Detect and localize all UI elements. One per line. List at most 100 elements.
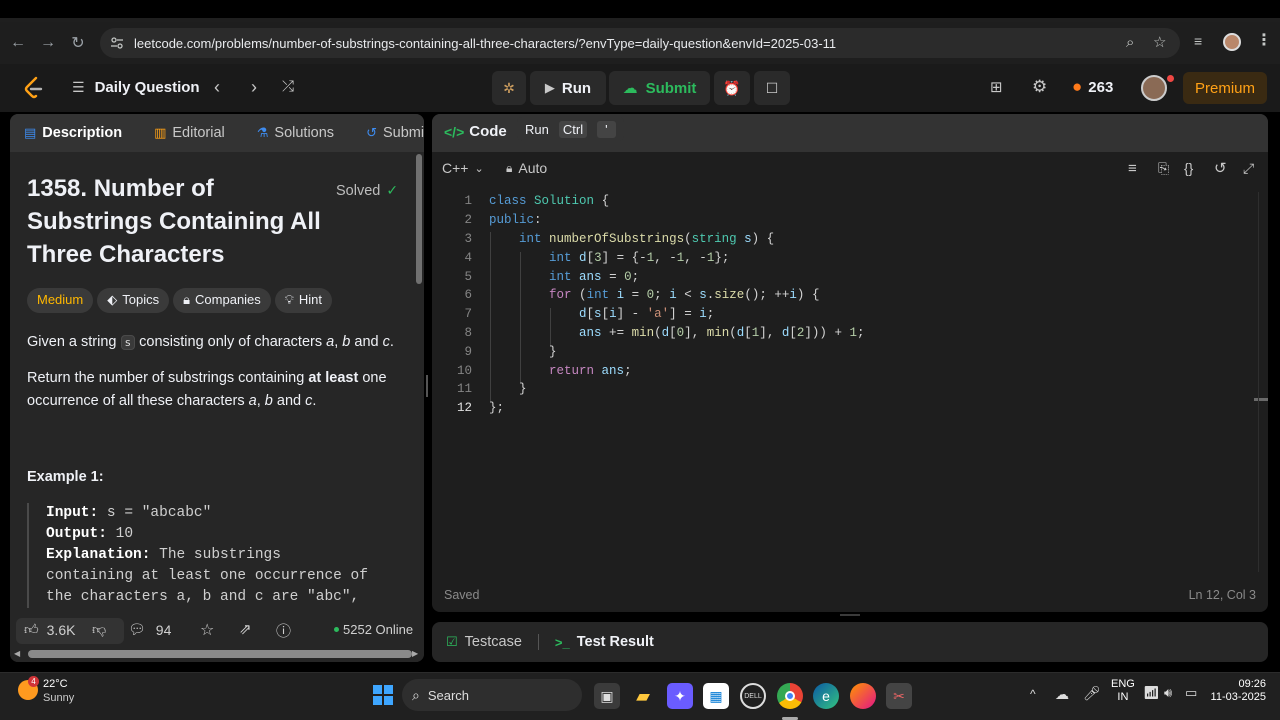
tab-submissions[interactable]: ↺ Submissi <box>366 125 424 141</box>
code-line[interactable]: 8 ans += min(d[0], min(d[1], d[2])) + 1; <box>432 324 864 343</box>
auto-mode-toggle[interactable]: 🔒︎ Auto <box>506 160 547 176</box>
hint-tag[interactable]: 💡︎ Hint <box>274 288 333 313</box>
language-indicator[interactable]: ENG IN <box>1111 678 1135 704</box>
tab-code[interactable]: </> Code <box>444 123 507 140</box>
scroll-right-arrow-icon[interactable]: ▶ <box>412 649 418 658</box>
vertical-scrollbar[interactable] <box>416 154 422 284</box>
star-icon[interactable]: ☆ <box>200 620 214 640</box>
horizontal-scrollbar[interactable]: ◀ ▶ <box>10 646 424 662</box>
edge-icon[interactable]: e <box>813 683 839 709</box>
saved-status: Saved <box>444 588 480 602</box>
code-line[interactable]: 6 for (int i = 0; i < s.size(); ++i) { <box>432 286 819 305</box>
reload-icon[interactable]: ↻ <box>63 28 93 58</box>
task-view-icon[interactable]: ▣ <box>594 683 620 709</box>
user-avatar[interactable] <box>1141 75 1167 101</box>
code-line[interactable]: 7 d[s[i] - 'a'] = i; <box>432 305 714 324</box>
dell-icon[interactable]: DELL <box>740 683 766 709</box>
file-explorer-icon[interactable]: ▰ <box>630 683 656 709</box>
check-circle-icon: ✓ <box>386 182 399 199</box>
horizontal-scroll-thumb[interactable] <box>28 650 412 658</box>
code-text: }; <box>489 401 505 416</box>
clock[interactable]: 09:26 11-03-2025 <box>1210 678 1266 704</box>
forward-arrow-icon[interactable]: → <box>33 28 63 58</box>
chrome-icon[interactable] <box>777 683 803 709</box>
site-info-icon[interactable] <box>110 36 124 50</box>
timer-button[interactable]: ⏰ <box>714 71 750 105</box>
reset-code-icon[interactable]: ↺ <box>1214 159 1227 177</box>
tab-editorial[interactable]: ▥ Editorial <box>154 125 225 141</box>
fullscreen-icon[interactable]: ⤢ <box>1243 160 1254 177</box>
thumbs-down-icon[interactable]: 👎︎ <box>92 621 106 638</box>
back-arrow-icon[interactable]: ← <box>3 28 33 58</box>
panel-resize-handle[interactable] <box>426 375 428 397</box>
tab-code-label: Code <box>469 123 507 140</box>
code-editor[interactable]: 1 class Solution {2 public: 3 int numberOfS… <box>432 192 1268 582</box>
next-problem-chevron-icon[interactable]: › <box>251 77 257 98</box>
run-button[interactable]: ▶ Run <box>530 71 606 105</box>
format-lines-icon[interactable]: ≡ <box>1128 160 1137 177</box>
code-line[interactable]: 2 public: <box>432 211 541 230</box>
code-tab-bar: </> Code Run Ctrl ' <box>432 114 1268 152</box>
onedrive-cloud-icon[interactable]: ☁ <box>1055 686 1069 703</box>
zoom-icon[interactable]: ⌕ <box>1126 34 1134 51</box>
snipping-tool-icon[interactable]: ✂ <box>886 683 912 709</box>
problem-title[interactable]: 1358. Number of Substrings Containing Al… <box>27 172 332 271</box>
taskbar-search[interactable]: ⌕ Search <box>402 679 582 711</box>
volume-icon[interactable]: 🔊︎ <box>1164 685 1172 701</box>
firefox-icon[interactable] <box>850 683 876 709</box>
code-line[interactable]: 1 class Solution { <box>432 192 609 211</box>
notes-button[interactable]: ☐ <box>754 71 790 105</box>
tab-description[interactable]: ▤ Description <box>24 125 122 141</box>
shuffle-icon[interactable]: ⤮ <box>282 78 294 95</box>
share-icon[interactable]: ⇗ <box>239 620 252 638</box>
comments-button[interactable]: 💬︎ 94 <box>128 621 171 638</box>
language-select[interactable]: C++ ⌄ <box>442 160 484 176</box>
like-button[interactable]: 👍︎ 3.6K <box>24 621 75 638</box>
omnibox[interactable]: leetcode.com/problems/number-of-substrin… <box>100 28 1180 58</box>
problem-list-button[interactable]: ☰ Daily Question <box>72 79 200 96</box>
leetcode-logo-icon[interactable] <box>24 76 44 100</box>
editor-scrollbar-track[interactable] <box>1258 192 1259 572</box>
copilot-icon[interactable]: ✦ <box>667 683 693 709</box>
weather-badge: 4 <box>28 676 39 687</box>
code-text: int numberOfSubstrings(string s) { <box>519 231 775 246</box>
bookmark-star-icon[interactable]: ☆ <box>1153 33 1166 51</box>
code-line[interactable]: 12}; <box>432 399 504 418</box>
premium-button[interactable]: Premium <box>1183 72 1267 104</box>
topics-tag[interactable]: ⬖ Topics <box>97 288 170 313</box>
scroll-left-arrow-icon[interactable]: ◀ <box>14 649 20 658</box>
wifi-icon[interactable]: 📶︎ <box>1143 685 1160 701</box>
code-line[interactable]: 5 int ans = 0; <box>432 267 639 286</box>
text-segment: and <box>354 334 379 350</box>
code-line[interactable]: 3 int numberOfSubstrings(string s) { <box>432 230 774 249</box>
streak-counter[interactable]: ● 263 <box>1072 77 1113 97</box>
tab-test-result[interactable]: >_ Test Result <box>555 634 654 650</box>
prev-problem-chevron-icon[interactable]: ‹ <box>214 77 220 98</box>
output-label: Output: <box>46 525 107 542</box>
microphone-icon[interactable]: 🎤︎ <box>1083 685 1101 702</box>
companies-tag[interactable]: 🔒︎ Companies <box>173 288 271 313</box>
code-line[interactable]: 10 return ans; <box>432 361 632 380</box>
debug-button[interactable]: ✲ <box>492 71 526 105</box>
tab-solutions[interactable]: ⚗ Solutions <box>257 125 334 141</box>
store-icon[interactable]: ▦ <box>703 683 729 709</box>
menu-dots-icon[interactable]: ⋮ <box>1256 30 1272 50</box>
vertical-resize-handle[interactable] <box>840 614 860 618</box>
tab-testcase[interactable]: ☑ Testcase <box>446 634 522 650</box>
submit-button[interactable]: ☁ Submit <box>609 71 710 105</box>
braces-icon[interactable]: {} <box>1184 160 1193 176</box>
char-b: b <box>264 392 273 409</box>
code-line[interactable]: 4 int d[3] = {-1, -1, -1}; <box>432 248 729 267</box>
code-line[interactable]: 9 } <box>432 342 556 361</box>
help-icon[interactable]: ⓘ <box>276 620 291 641</box>
show-hidden-icons-chevron[interactable]: ^ <box>1030 687 1036 701</box>
code-line[interactable]: 11 } <box>432 380 527 399</box>
settings-gear-icon[interactable]: ⚙ <box>1032 77 1047 97</box>
bookmark-icon[interactable]: ⎘ <box>1158 160 1169 177</box>
code-text: ans += min(d[0], min(d[1], d[2])) + 1; <box>579 325 865 340</box>
layout-grid-icon[interactable]: ⊞ <box>990 78 1003 96</box>
windows-start-icon[interactable] <box>370 682 396 708</box>
battery-icon[interactable]: ▭ <box>1185 685 1197 701</box>
reading-list-icon[interactable]: ≡ <box>1194 33 1202 49</box>
profile-avatar[interactable] <box>1223 33 1241 51</box>
